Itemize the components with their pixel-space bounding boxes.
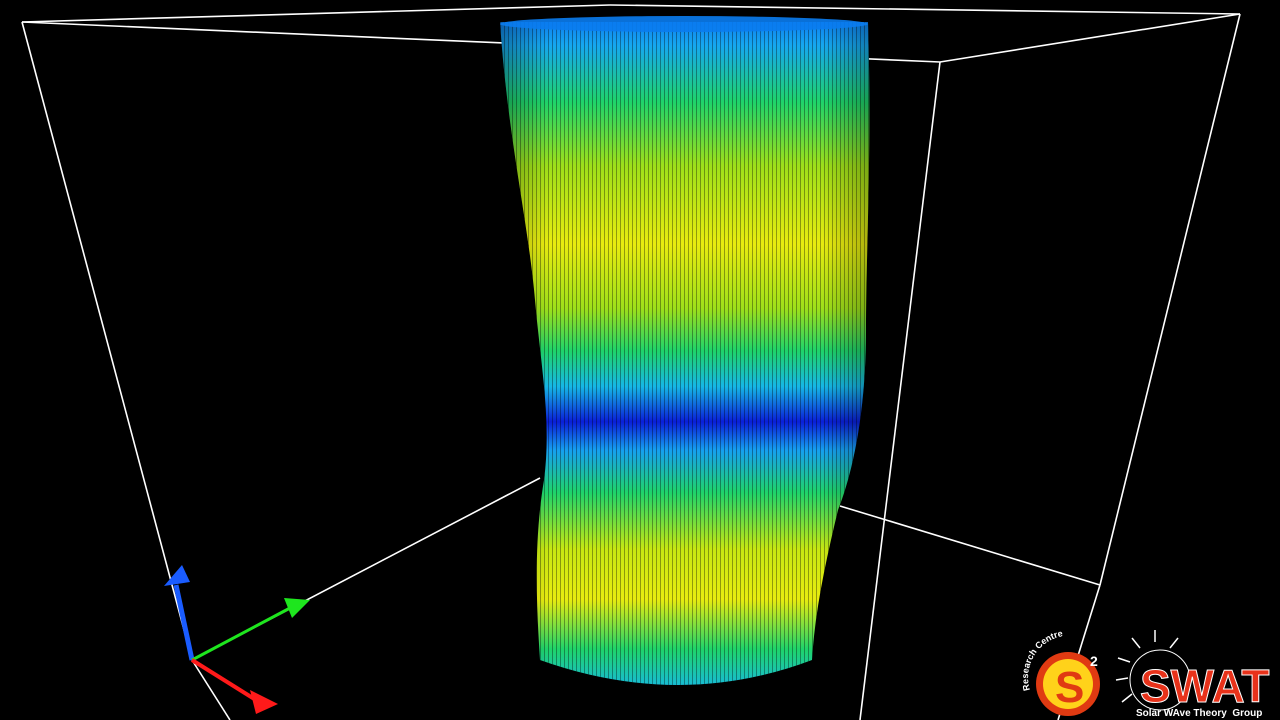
orientation-axes [164, 565, 310, 714]
box-edge [609, 4, 1241, 15]
tube-top-rim [500, 16, 868, 32]
swat-subtitle: Solar WAve Theory Group [1136, 708, 1262, 719]
box-edge [839, 505, 1101, 586]
axis-x [190, 658, 258, 702]
box-edge [1099, 13, 1241, 586]
research-centre-logo: Research Centre S 2 [1020, 628, 1100, 716]
axis-x-arrowhead [250, 690, 278, 714]
swat-logo: SWAT Solar WAve Theory Group [1115, 630, 1270, 719]
swat-title: SWAT [1140, 660, 1269, 712]
research-centre-sup: 2 [1090, 653, 1098, 669]
axis-y [191, 606, 291, 662]
research-centre-mark: S [1055, 663, 1084, 712]
box-edge [21, 21, 193, 661]
box-edge [939, 13, 1241, 63]
box-edge [191, 659, 231, 720]
box-edge [21, 4, 611, 23]
box-edge [859, 61, 941, 720]
axis-z [173, 584, 195, 661]
flux-tube-visualization: Research Centre S 2 SWAT Solar WAve Theo… [21, 4, 1270, 720]
flux-tube [500, 22, 870, 685]
